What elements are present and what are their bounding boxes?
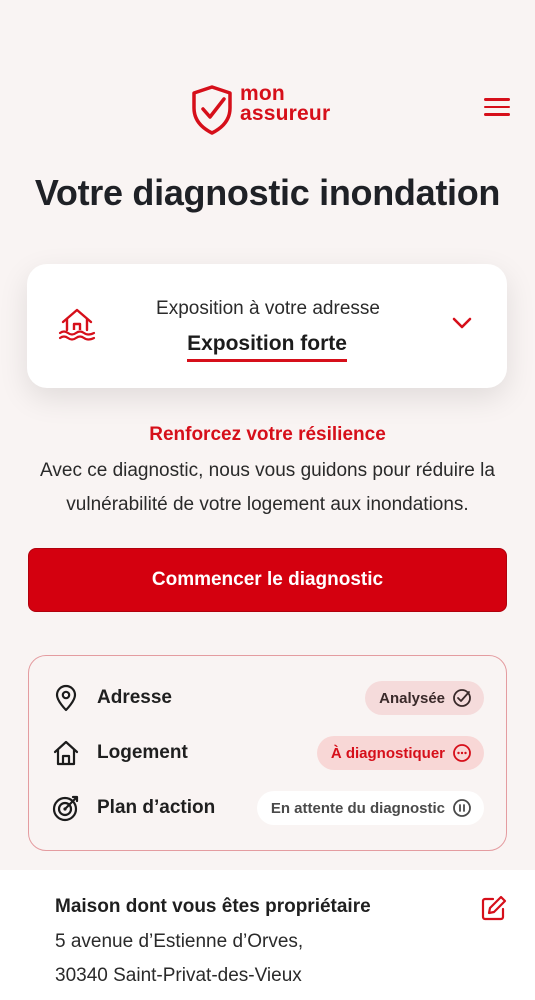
more-circle-icon	[453, 744, 471, 762]
status-text: En attente du diagnostic	[270, 799, 445, 817]
location-pin-icon	[55, 684, 77, 712]
brand-line2: assureur	[240, 102, 331, 125]
brand-logo[interactable]: mon assureur	[190, 82, 331, 136]
step-row-action-plan: Plan d’action En attente du diagnostic	[29, 788, 506, 828]
pause-circle-icon	[453, 799, 471, 817]
shield-check-icon	[192, 85, 232, 135]
status-text: Analysée	[379, 689, 445, 707]
exposure-value-text: Exposition forte	[187, 332, 347, 362]
exposure-value: Exposition forte	[27, 332, 507, 362]
property-address-line2: 30340 Saint-Privat-des-Vieux	[55, 965, 302, 986]
status-text: À diagnostiquer	[330, 744, 445, 762]
resilience-title: Renforcez votre résilience	[149, 424, 386, 445]
step-label: Logement	[97, 742, 188, 763]
status-badge: Analysée	[365, 681, 484, 715]
status-badge: À diagnostiquer	[316, 736, 484, 770]
exposure-label: Exposition à votre adresse	[156, 298, 380, 319]
brand-name: mon assureur	[240, 82, 331, 125]
page-title: Votre diagnostic inondation	[34, 172, 501, 213]
step-label: Plan d’action	[97, 797, 216, 818]
chevron-down-icon[interactable]	[451, 316, 473, 330]
status-badge: En attente du diagnostic	[256, 791, 484, 825]
start-diagnostic-button[interactable]: Commencer le diagnostic	[28, 548, 507, 612]
house-icon	[53, 740, 79, 766]
resilience-text: Avec ce diagnostic, nous vous guidons po…	[40, 460, 495, 515]
property-summary: Maison dont vous êtes propriétaire 5 ave…	[0, 870, 535, 1000]
step-row-housing: Logement À diagnostiquer	[29, 733, 506, 773]
check-circle-icon	[453, 689, 471, 707]
header: mon assureur	[0, 0, 535, 150]
brand-line1: mon	[240, 82, 285, 105]
step-label: Adresse	[97, 687, 172, 708]
property-address-line1: 5 avenue d’Estienne d’Orves,	[55, 931, 304, 952]
step-row-address: Adresse Analysée	[29, 678, 506, 718]
property-title: Maison dont vous êtes propriétaire	[55, 896, 371, 917]
edit-icon[interactable]	[480, 894, 508, 922]
exposure-card[interactable]: Exposition à votre adresse Exposition fo…	[27, 264, 507, 388]
target-icon	[52, 795, 79, 822]
hamburger-menu-icon[interactable]	[484, 98, 510, 120]
diagnostic-steps-card: Adresse Analysée Logement À diagnostique…	[28, 655, 507, 851]
